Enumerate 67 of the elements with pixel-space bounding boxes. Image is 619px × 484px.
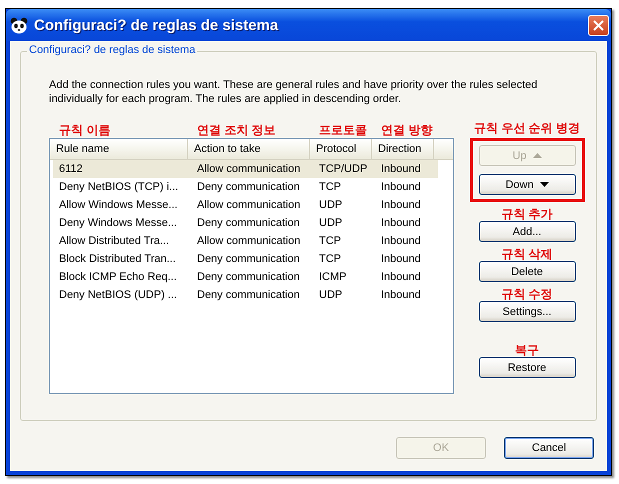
table-cell-text: Block Distributed Tran... xyxy=(58,252,177,267)
table-cell-text: Deny communication xyxy=(196,288,301,303)
table-cell-text: Allow Windows Messe... xyxy=(58,198,179,213)
table-cell-text: Inbound xyxy=(380,216,422,231)
table-cell-text: Inbound xyxy=(380,270,422,285)
group-title: Configuraci? de reglas de sistema xyxy=(27,44,198,56)
table-cell-text: Inbound xyxy=(380,288,422,303)
table-cell-text: Inbound xyxy=(380,252,422,267)
rule-row[interactable]: Block Distributed Tran... Deny communication TCP Inbound xyxy=(53,250,438,268)
column-header[interactable]: Protocol xyxy=(310,139,372,159)
table-cell-text: TCP/UDP xyxy=(318,162,368,177)
table-cell-text: TCP xyxy=(318,234,342,249)
table-cell-text: Inbound xyxy=(380,162,422,177)
table-cell-text: Deny communication xyxy=(196,270,301,285)
rule-action-button[interactable]: Restore xyxy=(478,357,576,378)
rule-row[interactable]: Allow Windows Messe... Allow communication UDP Inbound xyxy=(53,196,438,214)
table-cell-text: Deny communication xyxy=(196,216,301,231)
table-cell-text: ICMP xyxy=(318,270,348,285)
table-cell-text: TCP xyxy=(318,252,342,267)
table-cell-text: Deny communication xyxy=(196,180,301,195)
table-cell-text: Inbound xyxy=(380,180,422,195)
button-annotation: 규칙 추가 xyxy=(501,208,553,221)
close-button[interactable] xyxy=(588,14,609,36)
column-annotation: 규칙 이름 xyxy=(58,122,112,138)
rule-row[interactable]: Deny NetBIOS (UDP) ... Deny communication UDP Inbound xyxy=(53,286,438,304)
button-annotation: 규칙 수정 xyxy=(501,288,553,301)
order-annotation: 규칙 우선 순위 병경 xyxy=(474,120,580,137)
down-arrow-icon xyxy=(540,182,549,187)
rule-row[interactable]: 6112 Allow communication TCP/UDP Inbound xyxy=(53,160,438,178)
table-cell-text: Allow communication xyxy=(196,162,302,177)
rule-row[interactable]: Deny Windows Messe... Deny communication UDP Inbound xyxy=(53,214,438,232)
table-cell-text: UDP xyxy=(318,216,344,231)
table-cell-text: UDP xyxy=(318,198,344,213)
table-cell-text: Inbound xyxy=(380,198,422,213)
rule-action-button[interactable]: Settings... xyxy=(478,301,576,322)
button-annotation: 규칙 삭제 xyxy=(501,248,553,261)
rule-row[interactable]: Block ICMP Echo Req... Deny communication ICMP Inbound xyxy=(53,268,438,286)
rule-action-button[interactable]: Add... xyxy=(478,221,576,242)
column-header[interactable]: Action to take xyxy=(188,139,310,159)
table-cell-text: Allow Distributed Tra... xyxy=(58,234,170,249)
close-icon xyxy=(593,20,604,30)
button-annotation: 복구 xyxy=(515,344,539,357)
up-arrow-icon xyxy=(532,153,542,158)
table-cell-text: Allow communication xyxy=(196,198,302,213)
table-cell-text: Deny NetBIOS (TCP) i... xyxy=(58,180,180,195)
description-text: Add the connection rules you want. These are general rules and have priority over the rules selected individually for each program. The rules are applied in descending order. xyxy=(49,78,538,106)
down-button[interactable]: Down xyxy=(478,174,576,195)
rule-row[interactable]: Allow Distributed Tra... Allow communication TCP Inbound xyxy=(53,232,438,250)
panda-icon xyxy=(10,16,28,34)
table-cell-text: 6112 xyxy=(58,162,84,177)
table-cell-text: Inbound xyxy=(380,234,422,249)
table-cell-text: Block ICMP Echo Req... xyxy=(58,270,178,285)
table-cell-text: Deny communication xyxy=(196,252,301,267)
table-cell-text: Deny NetBIOS (UDP) ... xyxy=(58,288,178,303)
column-annotation: 프로토콜 xyxy=(318,122,368,138)
dialog-button[interactable]: Cancel xyxy=(504,437,594,459)
column-annotation: 연결 방향 xyxy=(380,122,433,138)
table-cell-text: UDP xyxy=(318,288,344,303)
table-cell-text: TCP xyxy=(318,180,342,195)
rule-row[interactable]: Deny NetBIOS (TCP) i... Deny communication TCP Inbound xyxy=(53,178,438,196)
table-cell-text: Allow communication xyxy=(196,234,302,249)
column-annotation: 연결 조치 정보 xyxy=(196,122,277,138)
column-header[interactable]: Direction xyxy=(372,139,434,159)
window-title: Configuraci? de reglas de sistema xyxy=(34,16,280,34)
column-header[interactable]: Rule name xyxy=(50,139,188,159)
rule-action-button[interactable]: Delete xyxy=(478,261,576,282)
table-cell-text: Deny Windows Messe... xyxy=(58,216,178,231)
